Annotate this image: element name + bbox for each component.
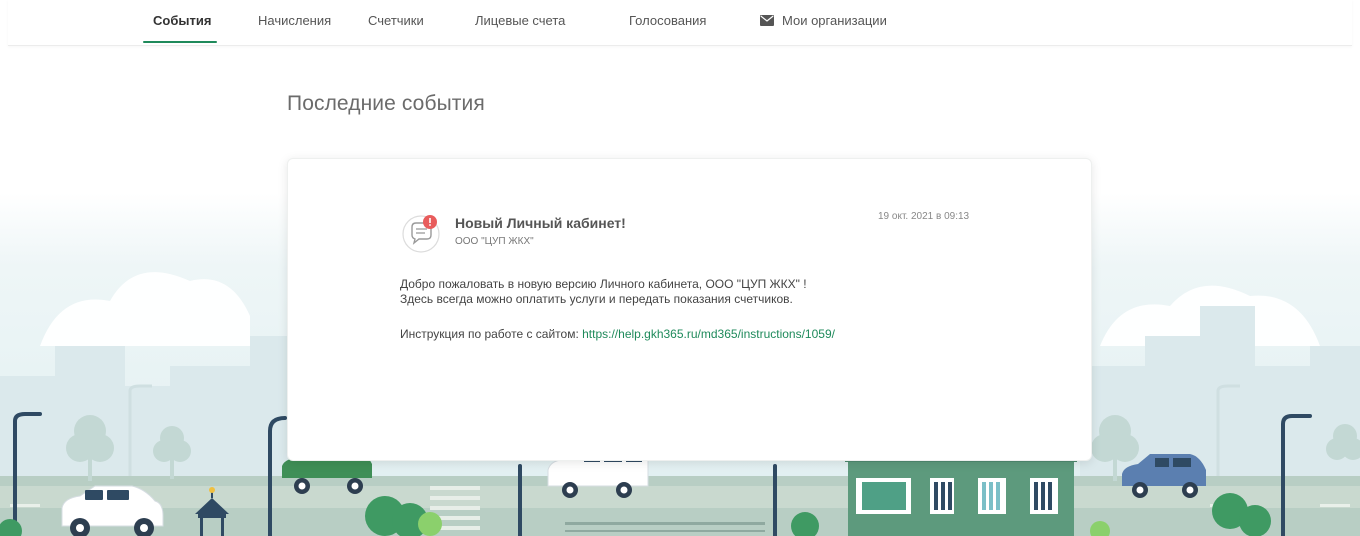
event-body-line-1: Добро пожаловать в новую версию Личного …	[400, 277, 807, 291]
event-card: Новый Личный кабинет! ООО "ЦУП ЖКХ" 19 о…	[287, 158, 1092, 461]
active-tab-indicator	[143, 41, 217, 43]
nav-tab-meters[interactable]: Счетчики	[368, 13, 424, 29]
event-title: Новый Личный кабинет!	[455, 215, 626, 231]
nav-tab-my-organizations[interactable]: Мои организации	[760, 13, 887, 29]
instructions-link[interactable]: https://help.gkh365.ru/md365/instruction…	[582, 327, 835, 341]
building	[845, 456, 1077, 536]
instructions-label: Инструкция по работе с сайтом:	[400, 327, 579, 341]
mail-icon	[760, 15, 774, 26]
top-navigation: События Начисления Счетчики Лицевые счет…	[8, 0, 1352, 46]
page-title: Последние события	[287, 92, 485, 115]
event-instructions: Инструкция по работе с сайтом: https://h…	[400, 327, 835, 341]
nav-tab-my-organizations-label: Мои организации	[782, 13, 887, 28]
nav-tab-charges[interactable]: Начисления	[258, 13, 331, 29]
nav-tab-voting[interactable]: Голосования	[629, 13, 706, 29]
event-body: Добро пожаловать в новую версию Личного …	[400, 277, 807, 307]
event-date: 19 окт. 2021 в 09:13	[878, 211, 970, 222]
chat-notification-icon	[402, 215, 440, 253]
event-organization: ООО "ЦУП ЖКХ"	[455, 236, 534, 247]
nav-tab-events[interactable]: События	[153, 13, 211, 29]
event-body-line-2: Здесь всегда можно оплатить услуги и пер…	[400, 292, 793, 306]
nav-tab-accounts[interactable]: Лицевые счета	[475, 13, 565, 29]
